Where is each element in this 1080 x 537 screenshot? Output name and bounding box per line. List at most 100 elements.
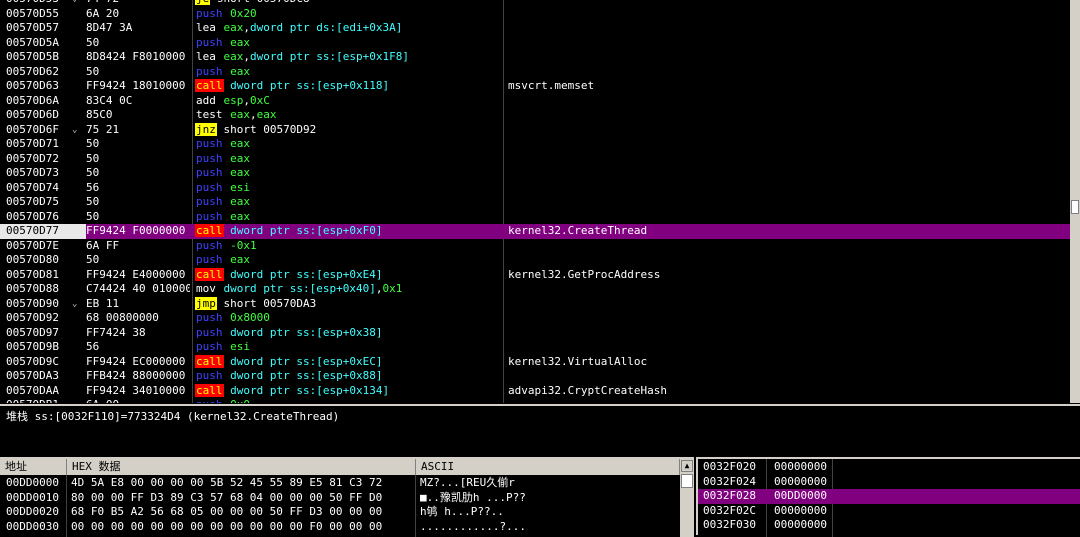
dump-header-address[interactable]: 地址 bbox=[0, 459, 67, 475]
disasm-row[interactable]: 00570D92 68 00800000 push 0x8000 bbox=[0, 311, 1070, 326]
instruction: push dword ptr ss:[esp+0x38] bbox=[195, 326, 500, 341]
instruction: add esp,0xC bbox=[195, 94, 500, 109]
dump-row[interactable]: 00DD0000 4D 5A E8 00 00 00 00 5B 52 45 55… bbox=[0, 476, 680, 491]
disasm-row[interactable]: 00570D5B 8D8424 F8010000 lea eax,dword ptr… bbox=[0, 50, 1070, 65]
opcode-bytes: 8D8424 F8010000 bbox=[86, 50, 186, 63]
comment: advapi32.CryptCreateHash bbox=[508, 383, 667, 397]
disasm-row[interactable]: 00570D81 FF9424 E4000000 call dword ptr ss… bbox=[0, 267, 1070, 283]
scroll-up-arrow-icon[interactable]: ▲ bbox=[681, 460, 693, 472]
stack-address: 0032F020 bbox=[703, 460, 756, 473]
instruction-address: 00570D74 bbox=[6, 180, 59, 194]
stack-value: 00000000 bbox=[774, 460, 827, 473]
instruction-address: 00570D57 bbox=[6, 21, 59, 34]
operand: dword ptr ss:[esp+0x38] bbox=[230, 325, 383, 339]
mnemonic: push bbox=[196, 35, 223, 49]
disasm-row[interactable]: 00570D74 56 push esi bbox=[0, 181, 1070, 196]
disassembly-scrollbar[interactable] bbox=[1070, 0, 1080, 403]
dump-address: 00DD0020 bbox=[6, 505, 59, 518]
disasm-row[interactable]: 00570D57 8D47 3A lea eax,dword ptr ds:[edi… bbox=[0, 21, 1070, 36]
hex-dump-pane[interactable]: 地址 HEX 数据 ASCII 00DD0000 4D 5A E8 00 00 0… bbox=[0, 457, 694, 537]
dump-row[interactable]: 00DD0020 68 F0 B5 A2 56 68 05 00 00 00 50… bbox=[0, 505, 680, 520]
opcode-bytes: FF9424 EC000000 bbox=[86, 354, 186, 368]
disasm-row[interactable]: 00570D90 ⌄ EB 11 jmp short 00570DA3 bbox=[0, 296, 1070, 312]
stack-row[interactable]: 0032F024 00000000 bbox=[698, 475, 1080, 490]
opcode-bytes: 6A 00 bbox=[86, 398, 190, 403]
disassembly-scroll-thumb[interactable] bbox=[1071, 200, 1079, 214]
disasm-row[interactable]: 00570DA3 FFB424 88000000 push dword ptr ss… bbox=[0, 369, 1070, 384]
disasm-row[interactable]: 00570D62 50 push eax bbox=[0, 65, 1070, 80]
opcode-bytes: 68 00800000 bbox=[86, 311, 159, 324]
instruction: push -0x1 bbox=[195, 239, 500, 254]
disasm-row[interactable]: 00570D73 50 push eax bbox=[0, 166, 1070, 181]
opcode-bytes: 50 bbox=[86, 209, 100, 223]
mnemonic: call bbox=[195, 79, 224, 92]
operand: eax bbox=[230, 166, 250, 179]
opcode-bytes: 56 bbox=[86, 340, 100, 353]
mnemonic: push bbox=[196, 195, 223, 208]
instruction: jnz short 00570D92 bbox=[195, 122, 500, 138]
operand: eax bbox=[230, 35, 250, 49]
opcode-bytes: FF7424 38 bbox=[86, 325, 146, 339]
disasm-row[interactable]: 00570D6D 85C0 test eax,eax bbox=[0, 108, 1070, 123]
disasm-row[interactable]: 00570D55 6A 20 push 0x20 bbox=[0, 7, 1070, 22]
disasm-row[interactable]: 00570D9B 56 push esi bbox=[0, 340, 1070, 355]
disassembly-pane[interactable]: 00570D53⌄74 72je short 00570DC800570D556… bbox=[0, 0, 1070, 403]
stack-row[interactable]: 0032F030 00000000 bbox=[698, 518, 1080, 533]
operand: short 00570D92 bbox=[223, 122, 317, 136]
mnemonic: jnz bbox=[195, 122, 217, 136]
opcode-bytes: 8D47 3A bbox=[86, 21, 133, 34]
stack-address: 0032F028 bbox=[703, 489, 756, 502]
instruction-address: 00570DB1 bbox=[0, 398, 86, 403]
disasm-row[interactable]: 00570D77 FF9424 F0000000 call dword ptr ss… bbox=[0, 224, 1070, 239]
disasm-row[interactable]: 00570D88 C74424 40 01000000 mov dword ptr … bbox=[0, 282, 1070, 297]
instruction-address: 00570D55 bbox=[6, 6, 59, 20]
instruction: push eax bbox=[195, 210, 500, 225]
disasm-row[interactable]: 00570D63 FF9424 18010000 call dword ptr ss… bbox=[0, 79, 1070, 94]
stack-row[interactable]: 0032F028 00DD0000 bbox=[698, 489, 1080, 504]
disasm-row[interactable]: 00570DB16A 00 push 0x0 bbox=[0, 398, 1070, 403]
stack-row[interactable]: 0032F020 00000000 bbox=[698, 460, 1080, 475]
dump-header-ascii[interactable]: ASCII bbox=[416, 459, 680, 475]
mnemonic: call bbox=[195, 354, 224, 368]
operand: dword ptr ss:[esp+0xE4] bbox=[230, 267, 383, 281]
dump-scrollbar[interactable]: ▲ bbox=[680, 459, 694, 537]
dump-header-hex[interactable]: HEX 数据 bbox=[67, 459, 416, 475]
instruction-address: 00570D9B bbox=[6, 340, 59, 353]
dump-scroll-thumb[interactable] bbox=[681, 474, 693, 488]
opcode-bytes: 50 bbox=[86, 195, 100, 208]
opcode-bytes: 50 bbox=[86, 35, 100, 49]
disasm-row[interactable]: 00570D80 50 push eax bbox=[0, 253, 1070, 268]
instruction-address: 00570D6A bbox=[6, 93, 59, 107]
disasm-row[interactable]: 00570DAA FF9424 34010000 call dword ptr ss… bbox=[0, 383, 1070, 399]
disasm-row[interactable]: 00570D76 50 push eax bbox=[0, 210, 1070, 225]
stack-pane[interactable]: 0032F020 00000000 0032F024 00000000 0032F028… bbox=[696, 457, 1080, 537]
dump-row[interactable]: 00DD0030 00 00 00 00 00 00 00 00 00 00 00… bbox=[0, 520, 680, 535]
opcode-bytes: C74424 40 01000000 bbox=[86, 282, 190, 295]
disasm-row[interactable]: 00570D75 50 push eax bbox=[0, 195, 1070, 210]
instruction-address: 00570D63 bbox=[6, 79, 59, 92]
mnemonic: lea bbox=[196, 50, 216, 63]
disasm-row[interactable]: 00570D6A 83C4 0C add esp,0xC bbox=[0, 94, 1070, 109]
mnemonic: push bbox=[196, 311, 223, 324]
operand: , bbox=[243, 50, 250, 63]
disasm-row[interactable]: 00570D5A 50 push eax bbox=[0, 36, 1070, 51]
disasm-row[interactable]: 00570D97 FF7424 38 push dword ptr ss:[esp+… bbox=[0, 326, 1070, 341]
instruction-address: 00570D80 bbox=[6, 253, 59, 266]
disasm-row[interactable]: 00570D7E 6A FF push -0x1 bbox=[0, 239, 1070, 254]
stack-address: 0032F02C bbox=[703, 503, 756, 517]
instruction-address: 00570D92 bbox=[6, 311, 59, 324]
dump-address: 00DD0030 bbox=[6, 519, 59, 533]
instruction-address: 00570D81 bbox=[6, 267, 59, 281]
operand: eax bbox=[223, 21, 244, 34]
comment: kernel32.CreateThread bbox=[508, 224, 648, 237]
disasm-row[interactable]: 00570D6F ⌄ 75 21 jnz short 00570D92 bbox=[0, 122, 1070, 138]
disasm-row[interactable]: 00570D9C FF9424 EC000000 call dword ptr ss… bbox=[0, 354, 1070, 370]
disasm-row[interactable]: 00570D72 50 push eax bbox=[0, 152, 1070, 167]
operand: , bbox=[250, 108, 257, 121]
stack-row[interactable]: 0032F02C 00000000 bbox=[698, 504, 1080, 519]
instruction-address: 00570D75 bbox=[6, 195, 59, 208]
stack-value: 00000000 bbox=[774, 474, 827, 488]
instruction-address: 00570D5B bbox=[6, 50, 59, 63]
disasm-row[interactable]: 00570D71 50 push eax bbox=[0, 137, 1070, 152]
dump-row[interactable]: 00DD0010 80 00 00 FF D3 89 C3 57 68 04 00… bbox=[0, 491, 680, 506]
